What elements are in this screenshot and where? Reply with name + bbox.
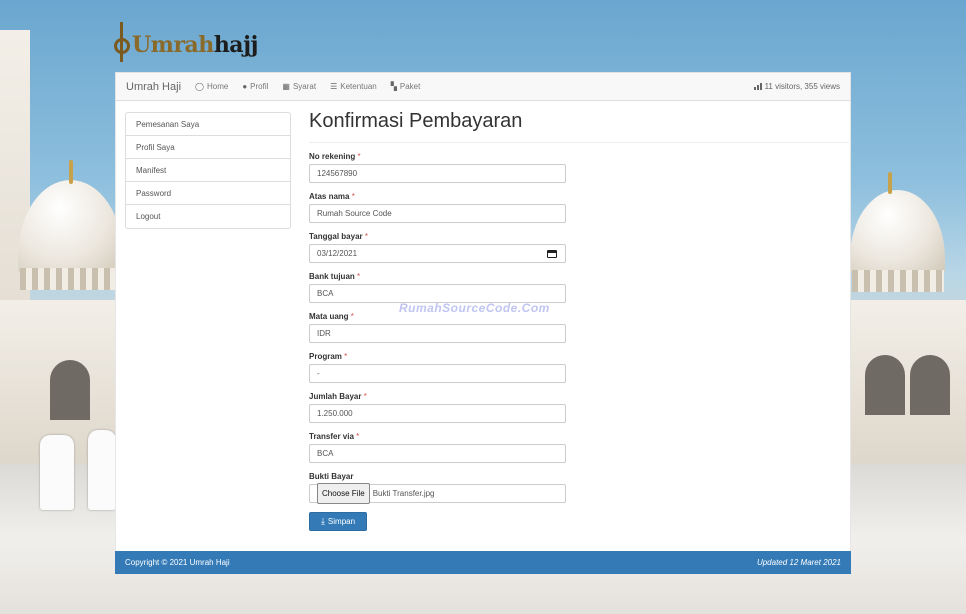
nav-ketentuan-label: Ketentuan [340, 82, 377, 91]
stats-icon [753, 83, 762, 90]
sidebar-menu: Pemesanan Saya Profil Saya Manifest Pass… [125, 112, 291, 229]
page-footer: Copyright © 2021 Umrah Haji Updated 12 M… [115, 551, 851, 574]
nav-syarat[interactable]: ▦ Syarat [282, 82, 316, 91]
field-no-rekening: No rekening * 124567890 [309, 152, 849, 183]
label-no-rekening: No rekening [309, 152, 356, 161]
info-icon: ● [242, 82, 248, 91]
jumlah-bayar-input[interactable]: 1.250.000 [309, 404, 566, 423]
nav-paket[interactable]: ▚ Paket [391, 82, 421, 91]
watermark-text: RumahSourceCode.Com [399, 301, 550, 315]
bukti-bayar-file-input[interactable]: Choose File Bukti Transfer.jpg [309, 483, 566, 504]
program-input[interactable]: - [309, 364, 566, 383]
upload-icon: ⤓ [320, 516, 325, 526]
sidebar-item-password[interactable]: Password [126, 182, 290, 205]
field-program: Program * - [309, 352, 849, 383]
site-logo[interactable]: Umrahhajj [114, 10, 258, 62]
nav-home[interactable]: ◯ Home [195, 82, 228, 91]
payment-form: Konfirmasi Pembayaran No rekening * 1245… [309, 110, 849, 531]
nav-paket-label: Paket [399, 82, 421, 91]
required-marker: * [357, 152, 361, 161]
required-marker: * [351, 192, 355, 201]
mata-uang-input[interactable]: IDR [309, 324, 566, 343]
label-atas-nama: Atas nama [309, 192, 350, 201]
nav-home-label: Home [206, 82, 229, 91]
transfer-via-input[interactable]: BCA [309, 444, 566, 463]
content-panel: Pemesanan Saya Profil Saya Manifest Pass… [115, 101, 851, 551]
page-title: Konfirmasi Pembayaran [309, 110, 849, 143]
required-marker: * [364, 232, 369, 241]
label-mata-uang: Mata uang [309, 312, 349, 321]
label-tanggal-bayar: Tanggal bayar [309, 232, 363, 241]
footer-copyright: Copyright © 2021 Umrah Haji [125, 558, 230, 567]
field-transfer-via: Transfer via * BCA [309, 432, 849, 463]
label-transfer-via: Transfer via [309, 432, 354, 441]
sidebar-item-pemesanan[interactable]: Pemesanan Saya [126, 113, 290, 136]
main-container: Umrah Haji ◯ Home ● Profil ▦ Syarat ☰ Ke… [115, 72, 851, 575]
required-marker: * [344, 352, 348, 361]
selected-file-name: Bukti Transfer.jpg [372, 489, 435, 498]
visitor-stats: 11 visitors, 355 views [753, 82, 840, 91]
required-marker: * [356, 432, 360, 441]
tiles-icon: ▚ [390, 82, 397, 91]
calendar-icon[interactable] [547, 249, 557, 258]
list-icon: ☰ [330, 82, 338, 91]
required-marker: * [357, 272, 361, 281]
navbar-brand[interactable]: Umrah Haji [126, 81, 181, 93]
label-jumlah-bayar: Jumlah Bayar [309, 392, 362, 401]
required-marker: * [363, 392, 367, 401]
choose-file-button[interactable]: Choose File [317, 483, 370, 504]
logo-mark-icon [114, 22, 130, 62]
nav-ketentuan[interactable]: ☰ Ketentuan [330, 82, 377, 91]
field-tanggal-bayar: Tanggal bayar * 03/12/2021 [309, 232, 849, 263]
field-mata-uang: Mata uang * IDR [309, 312, 849, 343]
nav-profil-label: Profil [250, 82, 269, 91]
field-bank-tujuan: Bank tujuan * BCA [309, 272, 849, 303]
simpan-label: Simpan [327, 517, 356, 526]
required-marker: * [350, 312, 354, 321]
sidebar-item-manifest[interactable]: Manifest [126, 159, 290, 182]
nav-profil[interactable]: ● Profil [242, 82, 268, 91]
footer-updated: Updated 12 Maret 2021 [756, 558, 841, 567]
tanggal-bayar-date-input[interactable]: 03/12/2021 [309, 244, 566, 263]
logo-text: Umrahhajj [132, 32, 258, 58]
label-bank-tujuan: Bank tujuan [309, 272, 355, 281]
field-jumlah-bayar: Jumlah Bayar * 1.250.000 [309, 392, 849, 423]
simpan-button[interactable]: ⤓ Simpan [309, 512, 367, 531]
top-navbar: Umrah Haji ◯ Home ● Profil ▦ Syarat ☰ Ke… [115, 72, 851, 101]
grid-icon: ▦ [282, 82, 290, 91]
sidebar-item-logout[interactable]: Logout [126, 205, 290, 228]
home-icon: ◯ [195, 82, 204, 91]
atas-nama-input[interactable]: Rumah Source Code [309, 204, 566, 223]
label-bukti-bayar: Bukti Bayar [309, 472, 354, 481]
field-atas-nama: Atas nama * Rumah Source Code [309, 192, 849, 223]
visitor-stats-text: 11 visitors, 355 views [764, 82, 840, 91]
nav-syarat-label: Syarat [292, 82, 317, 91]
no-rekening-input[interactable]: 124567890 [309, 164, 566, 183]
label-program: Program [309, 352, 342, 361]
sidebar-item-profil[interactable]: Profil Saya [126, 136, 290, 159]
field-bukti-bayar: Bukti Bayar Choose File Bukti Transfer.j… [309, 472, 849, 504]
